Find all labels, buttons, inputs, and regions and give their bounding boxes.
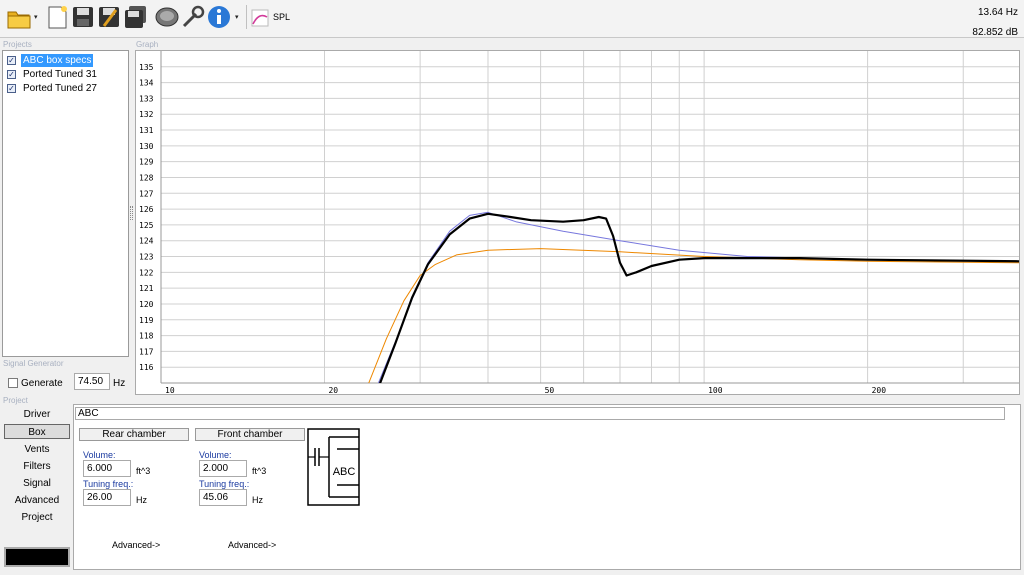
front-volume-label: Volume: <box>199 450 232 460</box>
rear-tuning-input[interactable]: 26.00 <box>83 489 131 506</box>
rear-volume-input[interactable]: 6.000 <box>83 460 131 477</box>
y-tick-label: 119 <box>139 316 154 325</box>
project-section-title: Project <box>3 396 28 405</box>
project-item-ported-tuned-31[interactable]: ✓ Ported Tuned 31 <box>6 68 128 81</box>
project-label: Ported Tuned 27 <box>23 83 97 94</box>
info-icon[interactable] <box>206 4 232 30</box>
folder-open-icon[interactable] <box>6 4 32 30</box>
project-item-ported-tuned-27[interactable]: ✓ Ported Tuned 27 <box>6 82 128 95</box>
y-tick-label: 130 <box>139 142 154 151</box>
spl-graph-icon[interactable] <box>250 4 270 30</box>
x-tick-label: 10 <box>165 386 175 394</box>
rear-volume-unit: ft^3 <box>136 466 151 476</box>
nav-vents[interactable]: Vents <box>4 442 70 457</box>
save-icon[interactable] <box>70 4 96 30</box>
spl-chart: 116 117 118 119 120 121 122 123 124 125 126 127 128 1… <box>139 51 1019 394</box>
project-checkbox[interactable]: ✓ <box>7 56 16 65</box>
y-tick-label: 116 <box>139 363 154 372</box>
y-tick-label: 122 <box>139 268 154 277</box>
x-tick-label: 20 <box>328 386 338 394</box>
project-label: ABC box specs <box>21 54 94 67</box>
y-tick-label: 125 <box>139 221 154 230</box>
chart-series <box>368 211 1019 383</box>
front-advanced-link[interactable]: Advanced-> <box>228 540 276 550</box>
nav-driver[interactable]: Driver <box>4 407 70 422</box>
y-tick-label: 131 <box>139 126 154 135</box>
rear-chamber-button[interactable]: Rear chamber <box>79 428 189 441</box>
generate-label: Generate <box>21 378 63 389</box>
projects-list: ✓ ABC box specs ✓ Ported Tuned 31 ✓ Port… <box>2 50 129 357</box>
nav-project[interactable]: Project <box>4 510 70 525</box>
project-name-input[interactable]: ABC <box>75 407 1005 420</box>
new-file-icon[interactable] <box>44 4 70 30</box>
front-chamber-button[interactable]: Front chamber <box>195 428 305 441</box>
save-as-icon[interactable] <box>96 4 122 30</box>
info-dropdown-icon[interactable]: ▾ <box>235 14 240 21</box>
toolbar: ▾ ▾ SPL 13.64 Hz 82.852 dB <box>0 0 1024 38</box>
y-tick-label: 124 <box>139 237 154 246</box>
toolbar-separator <box>246 5 247 29</box>
y-tick-label: 129 <box>139 158 154 167</box>
y-tick-label: 120 <box>139 300 154 309</box>
splitter-handle[interactable] <box>130 206 133 220</box>
y-tick-label: 121 <box>139 284 154 293</box>
cursor-readout: 13.64 Hz 82.852 dB <box>972 3 1018 43</box>
save-all-icon[interactable] <box>122 4 148 30</box>
project-item-abc-box-specs[interactable]: ✓ ABC box specs <box>6 54 128 67</box>
project-checkbox[interactable]: ✓ <box>7 84 16 93</box>
y-tick-label: 133 <box>139 94 154 103</box>
box-diagram-label: ABC <box>333 466 356 478</box>
y-tick-label: 126 <box>139 205 154 214</box>
generate-checkbox[interactable] <box>8 378 18 388</box>
project-color-swatch[interactable] <box>4 547 70 567</box>
y-tick-label: 132 <box>139 110 154 119</box>
nav-filters[interactable]: Filters <box>4 459 70 474</box>
y-tick-label: 128 <box>139 173 154 182</box>
y-tick-label: 117 <box>139 347 154 356</box>
y-tick-label: 123 <box>139 253 154 262</box>
signal-generator-section-title: Signal Generator <box>3 359 64 368</box>
spl-label[interactable]: SPL <box>273 12 290 22</box>
chart-grid <box>160 51 1019 384</box>
folder-dropdown-icon[interactable]: ▾ <box>34 14 39 21</box>
graph-section-title: Graph <box>136 40 159 49</box>
project-checkbox[interactable]: ✓ <box>7 70 16 79</box>
rear-tuning-unit: Hz <box>136 495 147 505</box>
nav-advanced[interactable]: Advanced <box>4 493 70 508</box>
y-tick-label: 118 <box>139 332 154 341</box>
series-line-1 <box>377 211 1019 383</box>
project-label: Ported Tuned 31 <box>23 69 97 80</box>
readout-level: 82.852 dB <box>972 27 1018 38</box>
series-line-2 <box>368 248 1019 383</box>
nav-signal[interactable]: Signal <box>4 476 70 491</box>
chart-x-tick-labels: 10 20 50 100 200 <box>165 386 886 394</box>
readout-frequency: 13.64 Hz <box>977 7 1018 18</box>
y-tick-label: 135 <box>139 63 154 72</box>
front-volume-unit: ft^3 <box>252 466 267 476</box>
driver-icon[interactable] <box>154 4 180 30</box>
rear-advanced-link[interactable]: Advanced-> <box>112 540 160 550</box>
front-tuning-input[interactable]: 45.06 <box>199 489 247 506</box>
spl-graph[interactable]: 116 117 118 119 120 121 122 123 124 125 126 127 128 1… <box>135 50 1020 395</box>
x-tick-label: 100 <box>708 386 723 394</box>
nav-box[interactable]: Box <box>4 424 70 439</box>
chart-y-tick-labels: 116 117 118 119 120 121 122 123 124 125 126 127 128 1… <box>139 63 154 372</box>
projects-section-title: Projects <box>3 40 32 49</box>
generator-frequency-input[interactable]: 74.50 <box>74 373 110 390</box>
x-tick-label: 200 <box>872 386 887 394</box>
wrench-icon[interactable] <box>180 4 206 30</box>
y-tick-label: 127 <box>139 189 154 198</box>
front-tuning-label: Tuning freq.: <box>199 479 250 489</box>
x-tick-label: 50 <box>545 386 555 394</box>
front-volume-input[interactable]: 2.000 <box>199 460 247 477</box>
rear-tuning-label: Tuning freq.: <box>83 479 134 489</box>
front-tuning-unit: Hz <box>252 495 263 505</box>
y-tick-label: 134 <box>139 79 154 88</box>
rear-volume-label: Volume: <box>83 450 116 460</box>
generator-frequency-unit: Hz <box>113 378 126 389</box>
box-diagram: ABC <box>307 428 360 506</box>
